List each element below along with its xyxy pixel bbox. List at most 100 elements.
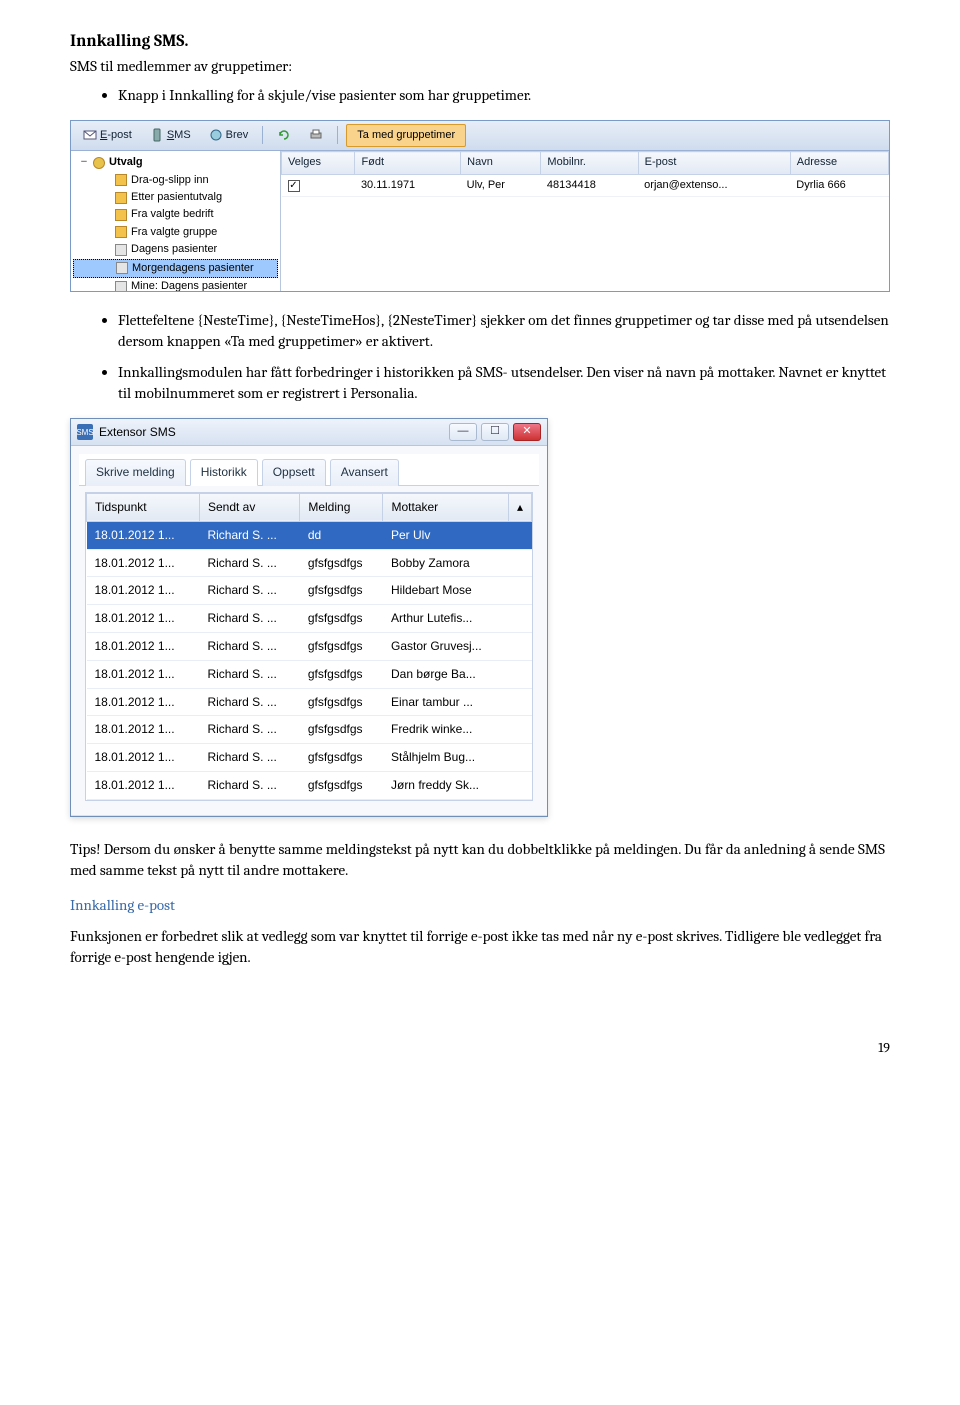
column-header[interactable]: Navn (461, 152, 541, 174)
table-row[interactable]: 18.01.2012 1...Richard S. ...gfsfgsdfgsA… (87, 605, 532, 633)
tree-item[interactable]: Fra valgte gruppe (73, 224, 278, 241)
cell: Richard S. ... (199, 744, 299, 772)
cell: 18.01.2012 1... (87, 521, 200, 549)
cell: Richard S. ... (199, 577, 299, 605)
phone-icon (150, 128, 164, 142)
mail-icon (83, 128, 97, 142)
bullet-item: Innkallingsmodulen har fått forbedringer… (118, 362, 890, 404)
print-button[interactable] (303, 125, 329, 145)
cell-epost: orjan@extenso... (638, 174, 790, 196)
cell: gfsfgsdfgs (300, 605, 383, 633)
tree-root-label: Utvalg (109, 155, 143, 170)
utvalg-tree[interactable]: − Utvalg Dra-og-slipp innEtter pasientut… (71, 151, 281, 291)
column-header[interactable]: Velges (282, 152, 355, 174)
cell: 18.01.2012 1... (87, 716, 200, 744)
cell: Jørn freddy Sk... (383, 771, 508, 799)
window-titlebar[interactable]: SMS Extensor SMS — ☐ ✕ (71, 419, 547, 446)
checkbox[interactable]: ✓ (288, 180, 300, 192)
tree-item-label: Mine: Dagens pasienter (131, 279, 247, 291)
toolbar-separator (262, 126, 263, 144)
cell: Dan børge Ba... (383, 660, 508, 688)
table-row[interactable]: 18.01.2012 1...Richard S. ...gfsfgsdfgsS… (87, 744, 532, 772)
tree-item-label: Dagens pasienter (131, 242, 217, 257)
tree-item[interactable]: Dra-og-slipp inn (73, 172, 278, 189)
table-row[interactable]: 18.01.2012 1...Richard S. ...gfsfgsdfgsH… (87, 577, 532, 605)
cell: Per Ulv (383, 521, 508, 549)
cell: Richard S. ... (199, 605, 299, 633)
cell: dd (300, 521, 383, 549)
refresh-icon (277, 128, 291, 142)
column-header[interactable]: Tidspunkt (87, 493, 200, 521)
refresh-button[interactable] (271, 125, 297, 145)
column-header[interactable]: E-post (638, 152, 790, 174)
tree-item[interactable]: Dagens pasienter (73, 241, 278, 258)
window-title: Extensor SMS (99, 424, 176, 441)
tab[interactable]: Historikk (190, 459, 258, 486)
cell: 18.01.2012 1... (87, 744, 200, 772)
cell (508, 744, 531, 772)
column-header[interactable]: Født (355, 152, 461, 174)
cell: Arthur Lutefis... (383, 605, 508, 633)
cell (508, 771, 531, 799)
collapse-icon[interactable]: − (79, 155, 89, 170)
cell (508, 632, 531, 660)
cell: 18.01.2012 1... (87, 771, 200, 799)
cell: Richard S. ... (199, 688, 299, 716)
cell: 18.01.2012 1... (87, 688, 200, 716)
table-row[interactable]: 18.01.2012 1...Richard S. ...gfsfgsdfgsJ… (87, 771, 532, 799)
column-header[interactable]: Adresse (790, 152, 888, 174)
tree-item-label: Etter pasientutvalg (131, 190, 222, 205)
ta-med-gruppetimer-button[interactable]: Ta med gruppetimer (346, 124, 466, 147)
tab[interactable]: Oppsett (262, 459, 326, 486)
table-row[interactable]: 18.01.2012 1...Richard S. ...gfsfgsdfgsD… (87, 660, 532, 688)
close-button[interactable]: ✕ (513, 423, 541, 441)
column-header[interactable]: Melding (300, 493, 383, 521)
tree-item[interactable]: Etter pasientutvalg (73, 189, 278, 206)
cell (508, 688, 531, 716)
brev-button[interactable]: Brev (203, 125, 255, 146)
folder-icon (116, 262, 128, 274)
column-header[interactable]: Mottaker (383, 493, 508, 521)
table-row[interactable]: 18.01.2012 1...Richard S. ...gfsfgsdfgsG… (87, 632, 532, 660)
cell: Richard S. ... (199, 549, 299, 577)
cell: 18.01.2012 1... (87, 660, 200, 688)
column-header[interactable]: Sendt av (199, 493, 299, 521)
column-header[interactable]: Mobilnr. (541, 152, 638, 174)
sms-label: SMS (167, 128, 191, 143)
tab[interactable]: Avansert (330, 459, 399, 486)
maximize-button[interactable]: ☐ (481, 423, 509, 441)
table-row[interactable]: 18.01.2012 1...Richard S. ...gfsfgsdfgsB… (87, 549, 532, 577)
sms-button[interactable]: SMS (144, 125, 197, 146)
tree-item[interactable]: Mine: Dagens pasienter (73, 278, 278, 291)
minimize-button[interactable]: — (449, 423, 477, 441)
intro-text: SMS til medlemmer av gruppetimer: (70, 56, 890, 77)
tab[interactable]: Skrive melding (85, 459, 186, 486)
bullet-item: Knapp i Innkalling for å skjule/vise pas… (118, 85, 890, 106)
tree-item[interactable]: Morgendagens pasienter (73, 259, 278, 278)
tree-item-label: Fra valgte bedrift (131, 207, 214, 222)
cell (508, 521, 531, 549)
table-row[interactable]: ✓ 30.11.1971 Ulv, Per 48134418 orjan@ext… (282, 174, 889, 196)
cell-adresse: Dyrlia 666 (790, 174, 888, 196)
globe-icon (209, 128, 223, 142)
brev-label: Brev (226, 128, 249, 143)
screenshot-innkalling-toolbar: E-post SMS Brev Ta med gruppetimer (70, 120, 890, 292)
tree-item[interactable]: Fra valgte bedrift (73, 206, 278, 223)
cell (508, 716, 531, 744)
tree-root[interactable]: − Utvalg (73, 154, 278, 171)
table-row[interactable]: 18.01.2012 1...Richard S. ...ddPer Ulv (87, 521, 532, 549)
cell: 18.01.2012 1... (87, 549, 200, 577)
epost-button[interactable]: E-post (77, 125, 138, 146)
screenshot-extensor-sms: SMS Extensor SMS — ☐ ✕ Skrive meldingHis… (70, 418, 548, 817)
cell-mobil: 48134418 (541, 174, 638, 196)
cell: gfsfgsdfgs (300, 660, 383, 688)
table-row[interactable]: 18.01.2012 1...Richard S. ...gfsfgsdfgsE… (87, 688, 532, 716)
table-row[interactable]: 18.01.2012 1...Richard S. ...gfsfgsdfgsF… (87, 716, 532, 744)
cell: gfsfgsdfgs (300, 716, 383, 744)
print-icon (309, 128, 323, 142)
history-table[interactable]: TidspunktSendt avMeldingMottaker▴ 18.01.… (85, 492, 533, 801)
folder-icon (115, 281, 127, 292)
cell: Einar tambur ... (383, 688, 508, 716)
patient-grid[interactable]: VelgesFødtNavnMobilnr.E-postAdresse ✓ 30… (281, 151, 889, 291)
cell (508, 660, 531, 688)
